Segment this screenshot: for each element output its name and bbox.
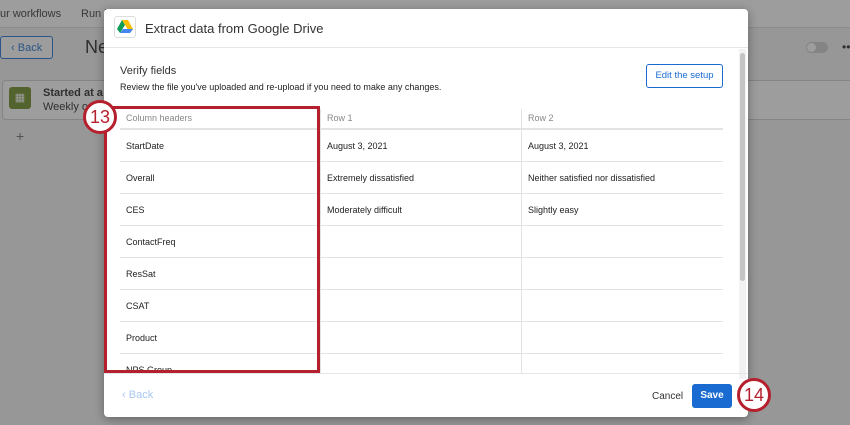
edit-setup-button[interactable]: Edit the setup xyxy=(646,64,723,88)
section-description: Review the file you've uploaded and re-u… xyxy=(120,82,442,92)
table-cell xyxy=(321,290,522,321)
modal-header: Extract data from Google Drive xyxy=(104,9,748,48)
table-cell xyxy=(522,290,723,321)
table-cell xyxy=(321,226,522,257)
modal-title: Extract data from Google Drive xyxy=(145,21,324,36)
section-title: Verify fields xyxy=(120,65,177,77)
table-cell xyxy=(522,226,723,257)
footer-divider xyxy=(104,373,748,374)
modal-back-label: Back xyxy=(128,389,154,401)
save-button[interactable]: Save xyxy=(692,384,732,408)
table-cell: Extremely dissatisfied xyxy=(321,162,522,193)
annotation-badge-14: 14 xyxy=(737,378,771,412)
google-drive-icon xyxy=(114,16,136,38)
table-cell xyxy=(522,258,723,289)
table-cell: Neither satisfied nor dissatisfied xyxy=(528,173,656,183)
table-cell xyxy=(321,354,522,373)
table-cell xyxy=(522,354,723,373)
scrollbar-thumb[interactable] xyxy=(740,53,745,281)
column-header: Row 1 xyxy=(321,109,522,128)
cancel-button[interactable]: Cancel xyxy=(652,391,683,402)
table-cell xyxy=(321,322,522,353)
table-cell xyxy=(522,322,723,353)
table-cell: August 3, 2021 xyxy=(528,141,589,151)
chevron-left-icon: ‹ xyxy=(122,389,129,401)
column-header: Row 2 xyxy=(528,113,554,123)
annotation-highlight-box xyxy=(104,106,320,373)
table-cell xyxy=(321,258,522,289)
modal-back-button[interactable]: ‹ Back xyxy=(122,389,153,401)
table-cell: Moderately difficult xyxy=(321,194,522,225)
table-cell: August 3, 2021 xyxy=(321,130,522,161)
annotation-badge-13: 13 xyxy=(83,100,117,134)
table-cell: Slightly easy xyxy=(528,205,579,215)
